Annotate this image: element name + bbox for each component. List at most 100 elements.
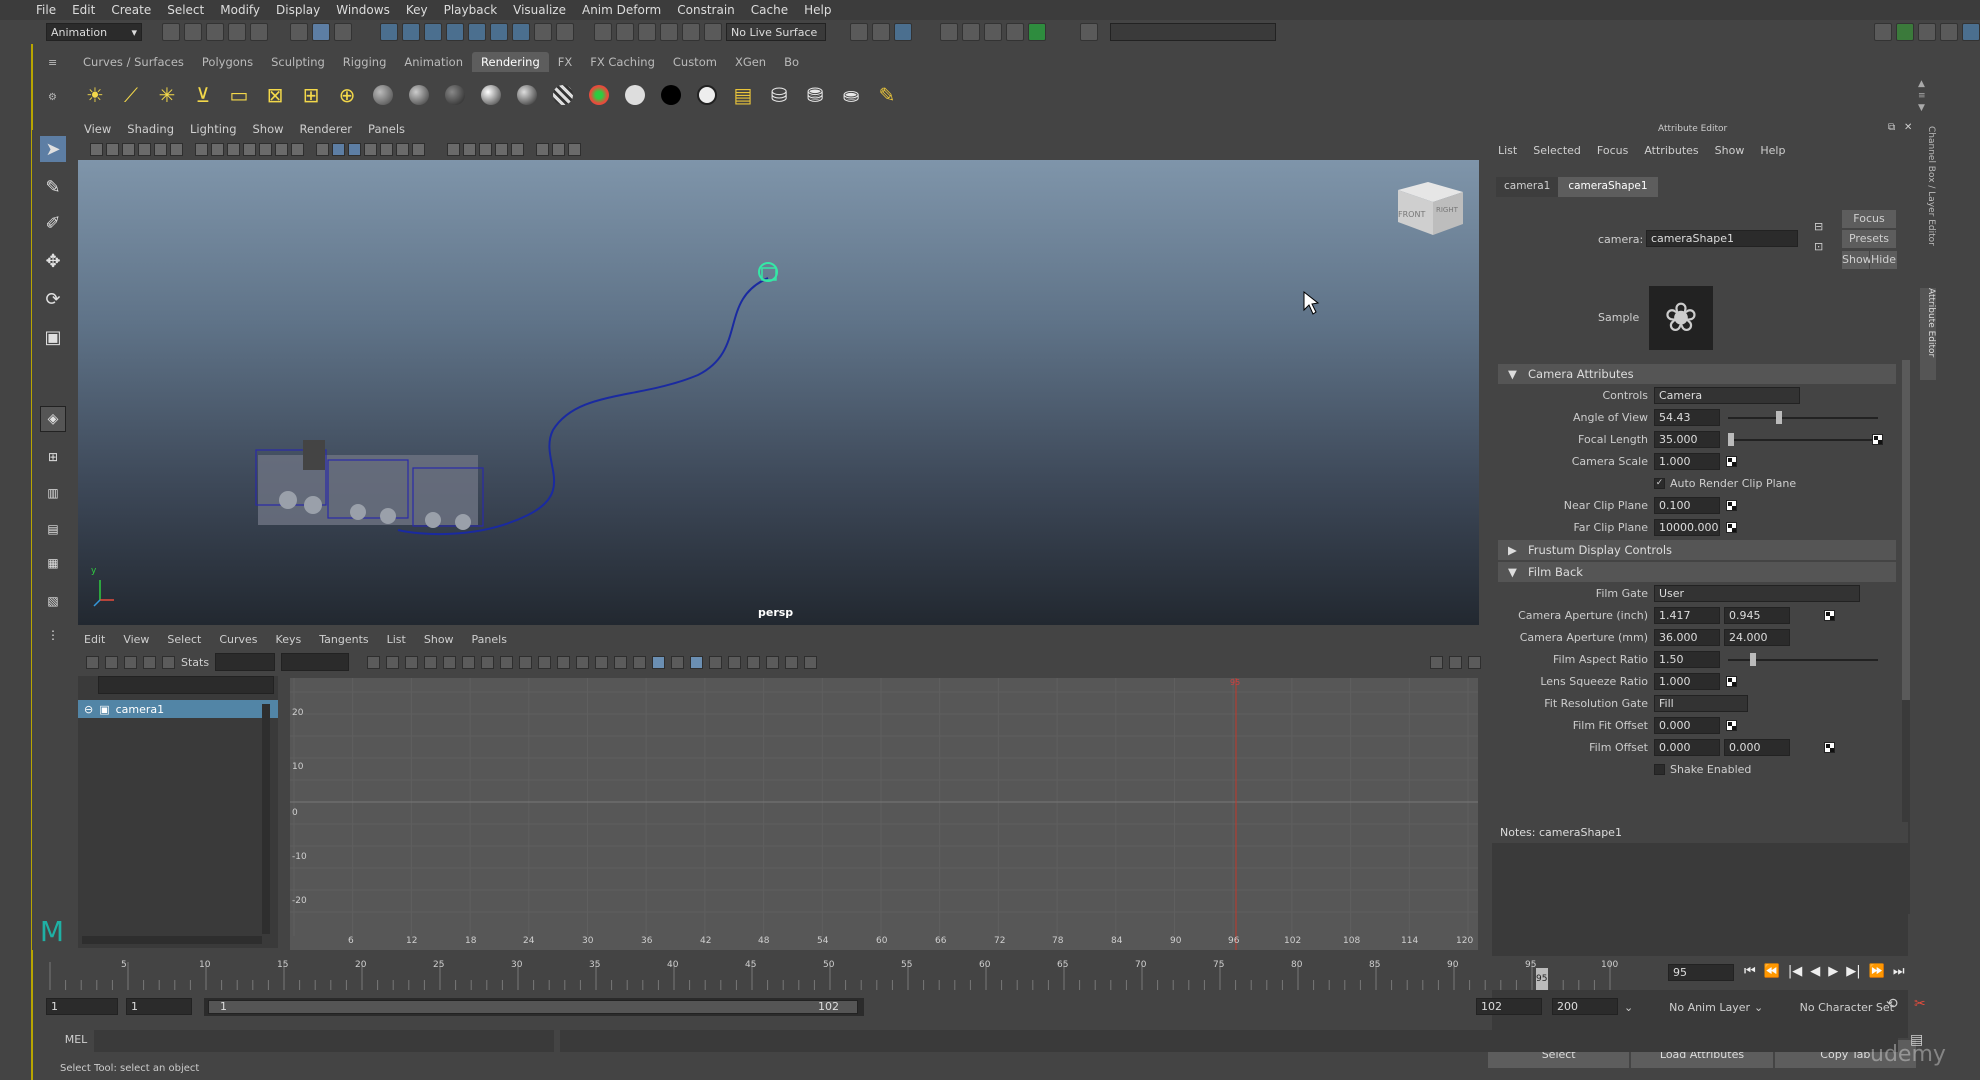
snap-projected-icon[interactable]	[446, 23, 464, 41]
range-slider-handle[interactable]	[208, 1000, 858, 1014]
area-light-icon[interactable]: ▭	[226, 82, 252, 108]
outliner-layout-icon[interactable]: ▧	[40, 588, 66, 614]
paint-select-icon[interactable]: ✐	[40, 210, 66, 236]
unify-tangent-icon[interactable]	[576, 655, 590, 669]
channel-box-icon[interactable]	[1918, 23, 1936, 41]
aspect-ratio-slider-handle[interactable]	[1750, 653, 1756, 666]
outliner-hscrollbar[interactable]	[82, 936, 262, 944]
depth-of-field-icon[interactable]	[479, 142, 492, 156]
range-slider[interactable]: 1 102	[204, 998, 864, 1016]
weighted-tangent-icon[interactable]	[633, 655, 647, 669]
aperture-mm-height-field[interactable]: 24.000	[1724, 629, 1790, 646]
presets-button[interactable]: Presets	[1842, 230, 1896, 248]
rotate-tool-icon[interactable]: ⟳	[40, 286, 66, 312]
shelf-scroll-arrows[interactable]: ▲ ≡ ▼	[1918, 78, 1926, 114]
scale-tool-icon[interactable]: ▣	[40, 324, 66, 350]
show-button[interactable]: Show	[1842, 251, 1872, 269]
node-tab-camerashape1[interactable]: cameraShape1	[1558, 177, 1658, 197]
persp-graph-icon[interactable]: ▤	[40, 516, 66, 542]
stats-field-1[interactable]	[215, 653, 276, 671]
menu-select[interactable]: Select	[167, 3, 204, 17]
dope-sheet-icon[interactable]	[1449, 655, 1462, 669]
go-to-output-icon[interactable]: ⊡	[1814, 240, 1823, 253]
menu-modify[interactable]: Modify	[220, 3, 260, 17]
select-component-icon[interactable]	[334, 23, 352, 41]
snap-live-icon[interactable]	[490, 23, 508, 41]
wireframe-on-shaded-icon[interactable]	[348, 142, 361, 156]
angle-of-view-field[interactable]: 54.43	[1654, 409, 1720, 426]
ae-menu-show[interactable]: Show	[1715, 144, 1745, 157]
save-scene-icon[interactable]	[206, 23, 224, 41]
go-to-start-icon[interactable]: ⏮	[1744, 964, 1756, 979]
move-panel-icon[interactable]	[1430, 655, 1443, 669]
select-tool-icon[interactable]: ➤	[40, 136, 66, 162]
2d-pan-icon[interactable]	[154, 142, 167, 156]
shelf-tab-rendering[interactable]: Rendering	[472, 52, 549, 72]
output-ops-icon[interactable]	[616, 23, 634, 41]
ge-menu-tangents[interactable]: Tangents	[319, 633, 368, 646]
outliner-scrollbar[interactable]	[262, 704, 270, 934]
step-back-frame-icon[interactable]: |◀	[1788, 964, 1802, 979]
fit-resolution-gate-dropdown[interactable]: Fill	[1654, 695, 1748, 712]
attribute-scrollbar-thumb[interactable]	[1902, 360, 1910, 700]
workspace-icon[interactable]	[1874, 23, 1892, 41]
menu-constrain[interactable]: Constrain	[677, 3, 735, 17]
shelf-tab-bo[interactable]: Bo	[775, 52, 808, 72]
playback-end-field[interactable]: 102	[1476, 998, 1542, 1015]
ge-menu-select[interactable]: Select	[167, 633, 201, 646]
swap-buffer-icon[interactable]	[671, 655, 685, 669]
insert-keys-icon[interactable]	[105, 655, 118, 669]
anim-layer-dropdown[interactable]: ⌄ No Anim Layer	[1624, 998, 1750, 1016]
retime-icon[interactable]	[162, 655, 175, 669]
lock-tangent-icon[interactable]	[614, 655, 628, 669]
shader-blinn-icon[interactable]	[442, 82, 468, 108]
shadows-icon[interactable]	[396, 142, 409, 156]
auto-key-icon[interactable]: ⟲	[1886, 996, 1898, 1012]
exposure-icon[interactable]	[536, 142, 549, 156]
node-tab-camera1[interactable]: camera1	[1496, 177, 1559, 197]
vp-menu-renderer[interactable]: Renderer	[300, 122, 353, 136]
animation-prefs-icon[interactable]: ✂	[1914, 996, 1926, 1012]
render-setup-icon[interactable]	[984, 23, 1002, 41]
attribute-editor-icon[interactable]	[1962, 23, 1980, 41]
tool-settings-icon[interactable]	[1940, 23, 1958, 41]
outliner-filter-field[interactable]	[98, 676, 274, 694]
shader-phong-icon[interactable]	[478, 82, 504, 108]
aperture-inch-width-field[interactable]: 1.417	[1654, 607, 1720, 624]
grease-pencil-icon[interactable]	[170, 142, 183, 156]
menu-display[interactable]: Display	[276, 3, 320, 17]
near-clip-field[interactable]: 0.100	[1654, 497, 1720, 514]
shelf-tab-curves[interactable]: Curves / Surfaces	[74, 52, 193, 72]
buffer-curve-icon[interactable]	[652, 655, 666, 669]
directional-light-icon[interactable]: ⟋	[118, 82, 144, 108]
flat-tangent-icon[interactable]	[500, 655, 514, 669]
construction-history-icon[interactable]	[512, 23, 530, 41]
step-back-key-icon[interactable]: ⏪	[1764, 964, 1780, 979]
move-tool-icon[interactable]: ✥	[40, 248, 66, 274]
train-model[interactable]	[255, 440, 484, 530]
gate-mask-icon[interactable]	[243, 142, 256, 156]
camera-attr-icon[interactable]	[106, 142, 119, 156]
shelf-tab-xgen[interactable]: XGen	[726, 52, 775, 72]
graph-plot-area[interactable]: 20 10 0 -10 -20 95 6 12 18 24 30 36 42 4…	[290, 678, 1478, 950]
persp-outliner-icon[interactable]: ▥	[40, 480, 66, 506]
modeling-toolkit-icon[interactable]	[1896, 23, 1914, 41]
shader-color-icon[interactable]	[586, 82, 612, 108]
ge-menu-list[interactable]: List	[387, 633, 406, 646]
snap-curve-icon[interactable]	[402, 23, 420, 41]
gamma-icon[interactable]	[552, 142, 565, 156]
search-field[interactable]	[1110, 23, 1276, 41]
oscillate-icon[interactable]	[804, 655, 818, 669]
frame-all-icon[interactable]	[367, 655, 381, 669]
ae-menu-list[interactable]: List	[1498, 144, 1517, 157]
map-button-icon[interactable]	[1726, 720, 1737, 731]
menu-key[interactable]: Key	[406, 3, 428, 17]
ae-menu-focus[interactable]: Focus	[1597, 144, 1628, 157]
step-forward-frame-icon[interactable]: ▶|	[1846, 964, 1860, 979]
shelf-tab-fx-caching[interactable]: FX Caching	[581, 52, 664, 72]
layout-more-icon[interactable]: ⋮	[40, 622, 66, 648]
input-ops-icon[interactable]	[594, 23, 612, 41]
grid-icon[interactable]	[195, 142, 208, 156]
reflection-icon[interactable]	[682, 23, 700, 41]
break-tangent-icon[interactable]	[557, 655, 571, 669]
